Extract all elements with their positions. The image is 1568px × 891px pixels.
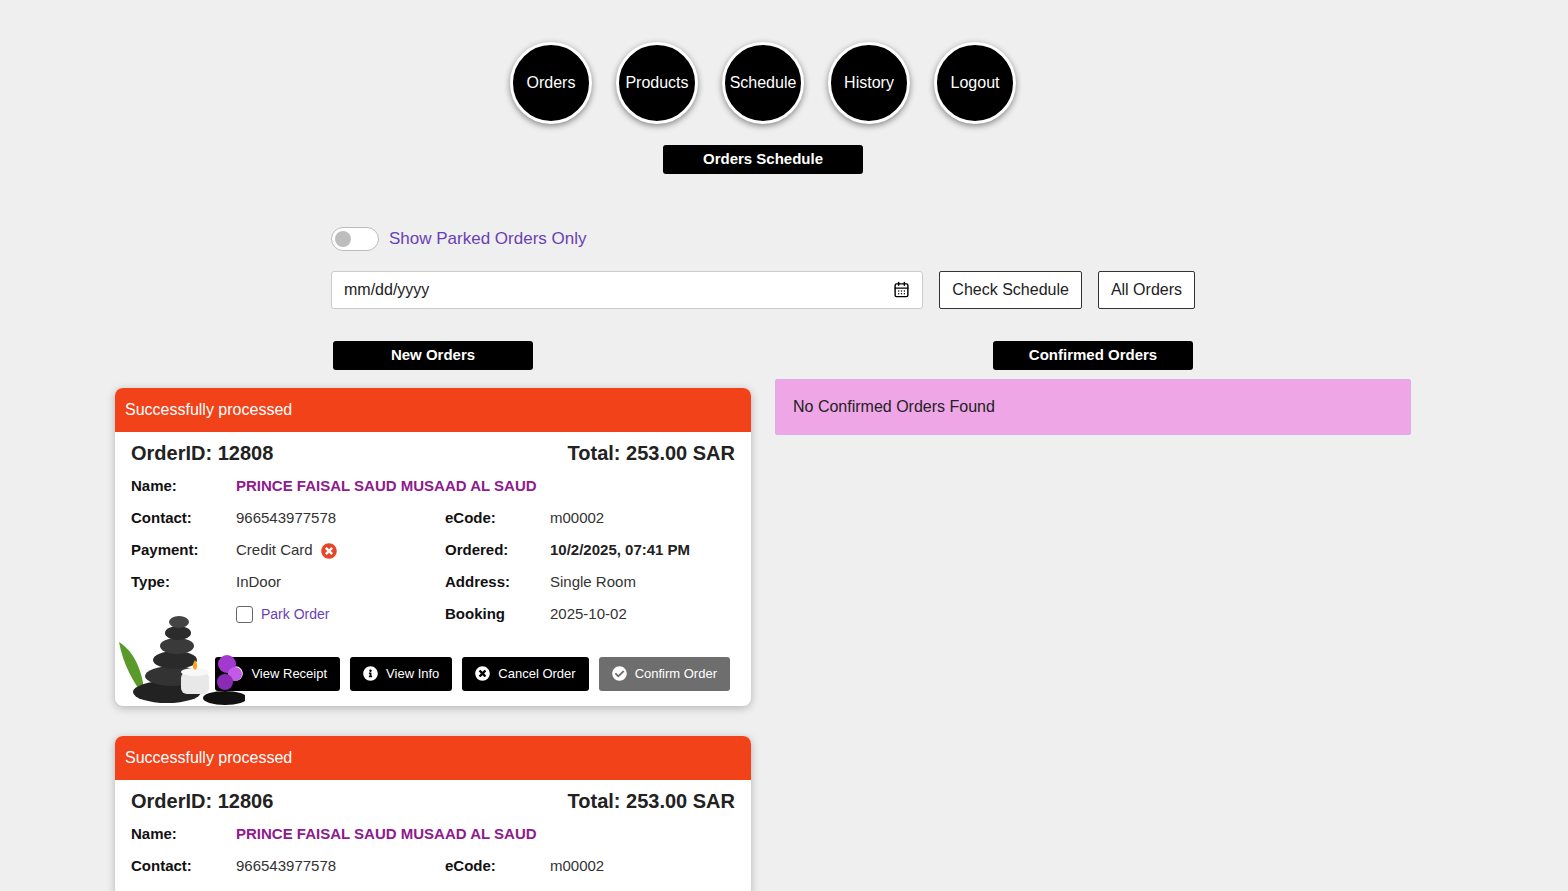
order-total: Total: 253.00 SAR [568, 438, 735, 468]
order-id: OrderID: 12808 [131, 438, 273, 468]
order-action-button[interactable]: Confirm Order [599, 657, 730, 691]
field-label: Name: [131, 819, 236, 851]
new-orders-header: New Orders [333, 341, 533, 370]
toggle-knob [335, 231, 351, 247]
page: OrdersProductsScheduleHistoryLogoutOrder… [0, 0, 1568, 891]
filter-button[interactable]: All Orders [1098, 271, 1195, 309]
customer-name: PRINCE FAISAL SAUD MUSAAD AL SAUD [236, 819, 735, 851]
confirmed-orders-column: Confirmed Orders No Confirmed Orders Foun… [775, 341, 1411, 891]
order-status-bar: Successfully processed [115, 736, 751, 780]
action-icon [612, 666, 627, 681]
page-title: Orders Schedule [663, 145, 863, 174]
spa-stones-photo [115, 602, 245, 706]
field-label: Address: [445, 567, 550, 599]
field-label: Type: [131, 567, 236, 599]
order-status-bar: Successfully processed [115, 388, 751, 432]
order-card: Successfully processed OrderID: 12806 Tota… [115, 736, 751, 891]
order-card: Successfully processed OrderID: 12808 Tota… [115, 388, 751, 706]
new-orders-column: New Orders Successfully processed OrderID:… [115, 341, 751, 891]
order-total: Total: 253.00 SAR [568, 786, 735, 816]
order-id: OrderID: 12806 [131, 786, 273, 816]
field-value: 966543977578 [236, 503, 445, 535]
unpaid-icon [321, 543, 337, 559]
payment-value: Credit Card [236, 535, 445, 567]
nav-circle-button[interactable]: Orders [510, 42, 592, 124]
field-label: Name: [131, 471, 236, 503]
field-value: m00002 [550, 851, 735, 883]
park-order-checkbox[interactable]: Park Order [236, 599, 445, 631]
field-label: Contact: [131, 851, 236, 883]
confirmed-orders-header: Confirmed Orders [993, 341, 1193, 370]
empty-message: No Confirmed Orders Found [775, 379, 1411, 435]
parked-toggle[interactable] [331, 227, 379, 251]
order-fields: Name:PRINCE FAISAL SAUD MUSAAD AL SAUDCo… [131, 471, 735, 631]
field-label: Payment: [131, 535, 236, 567]
nav-circle-button[interactable]: History [828, 42, 910, 124]
field-label: eCode: [445, 851, 550, 883]
nav-circle-button[interactable]: Schedule [722, 42, 804, 124]
filter-button[interactable]: Check Schedule [939, 271, 1082, 309]
field-label: Contact: [131, 503, 236, 535]
field-label: eCode: [445, 503, 550, 535]
order-action-button[interactable]: Cancel Order [462, 657, 588, 691]
field-value: Single Room [550, 567, 735, 599]
field-value: InDoor [236, 567, 445, 599]
order-action-button[interactable]: View Info [350, 657, 452, 691]
action-icon [475, 666, 490, 681]
parked-toggle-label: Show Parked Orders Only [389, 226, 586, 252]
nav-circle-button[interactable]: Logout [934, 42, 1016, 124]
calendar-icon[interactable] [893, 281, 910, 298]
field-label: Ordered: [445, 535, 550, 567]
order-fields: Name:PRINCE FAISAL SAUD MUSAAD AL SAUDCo… [131, 819, 735, 883]
field-value: 966543977578 [236, 851, 445, 883]
field-value: 2025-10-02 [550, 599, 735, 631]
field-label: Booking [445, 599, 550, 631]
customer-name: PRINCE FAISAL SAUD MUSAAD AL SAUD [236, 471, 735, 503]
date-input[interactable]: mm/dd/yyyy [331, 271, 923, 309]
nav-circle-button[interactable]: Products [616, 42, 698, 124]
field-value: 10/2/2025, 07:41 PM [550, 535, 735, 567]
field-value: m00002 [550, 503, 735, 535]
checkbox-box[interactable] [236, 606, 253, 623]
top-nav: Orders Products Schedule History Logout [115, 42, 1411, 124]
action-icon [363, 666, 378, 681]
